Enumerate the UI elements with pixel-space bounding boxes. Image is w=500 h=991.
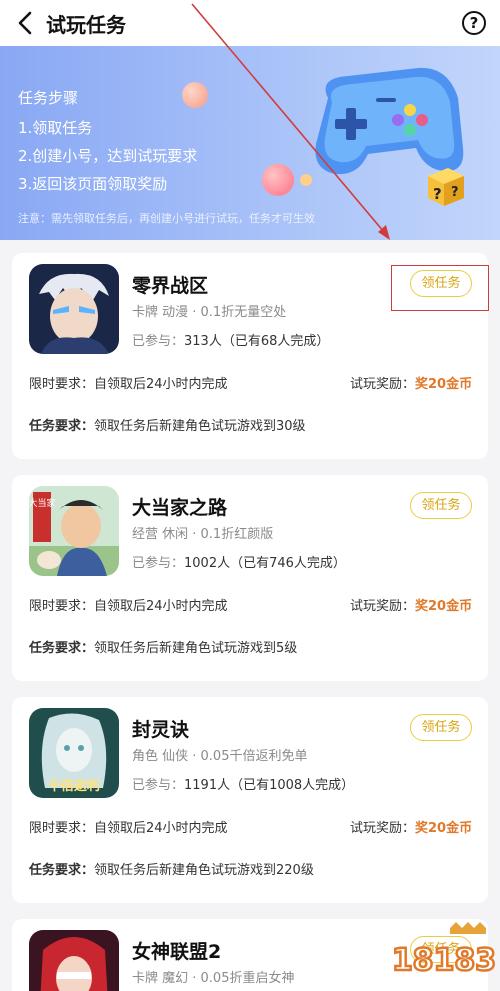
task-value: 领取任务后新建角色试玩游戏到220级 (94, 863, 314, 878)
claim-task-button[interactable]: 领任务 (410, 714, 472, 741)
task-label: 任务要求： (29, 863, 95, 878)
time-value: 自领取后24小时内完成 (94, 377, 228, 392)
page-title: 试玩任务 (46, 13, 126, 37)
task-value: 领取任务后新建角色试玩游戏到5级 (94, 641, 298, 656)
game-name: 女神联盟2 (132, 941, 222, 963)
game-tags: 经营 休闲 · 0.1折红颜版 (132, 527, 274, 542)
task-label: 任务要求： (29, 419, 95, 434)
game-tags: 卡牌 动漫 · 0.1折无量空处 (132, 305, 287, 320)
banner-note: 注意：需先领取任务后，再创建小号进行试玩，任务才可生效 (18, 212, 315, 225)
reward-value: 奖20金币 (415, 599, 473, 614)
time-label: 限时要求： (29, 377, 95, 392)
time-requirement: 限时要求：自领取后24小时内完成 (29, 817, 228, 836)
game-icon[interactable]: 千倍返利 (29, 708, 119, 798)
back-arrow-icon[interactable] (14, 10, 38, 36)
help-icon[interactable]: ? (462, 11, 486, 35)
watermark-logo-icon: 18183 (392, 922, 496, 979)
step-3: 3.返回该页面领取奖励 (18, 175, 168, 193)
trial-reward: 试玩奖励：奖20金币 (350, 817, 472, 836)
task-requirement: 任务要求：领取任务后新建角色试玩游戏到220级 (29, 859, 314, 878)
game-name: 大当家之路 (132, 497, 228, 519)
reward-label: 试玩奖励： (350, 599, 416, 614)
highlight-box (391, 265, 489, 311)
icon-banner-text: 大当家 (29, 497, 56, 509)
trial-reward: 试玩奖励：奖20金币 (350, 595, 472, 614)
steps-list: 任务步骤 1.领取任务 2.创建小号，达到试玩要求 3.返回该页面领取奖励 (18, 84, 197, 198)
joined-count: 1002人（已有746人完成） (184, 556, 346, 571)
svg-text:?: ? (433, 185, 442, 203)
task-requirement: 任务要求：领取任务后新建角色试玩游戏到5级 (29, 637, 297, 656)
joined-label: 已参与： (132, 334, 185, 349)
joined-label: 已参与： (132, 556, 185, 571)
joined-count: 313人（已有68人完成） (184, 334, 330, 349)
step-2: 2.创建小号，达到试玩要求 (18, 147, 198, 165)
game-tags: 卡牌 魔幻 · 0.05折重启女神 (132, 971, 295, 986)
trial-reward: 试玩奖励：奖20金币 (350, 373, 472, 392)
task-value: 领取任务后新建角色试玩游戏到30级 (94, 419, 306, 434)
task-label: 任务要求： (29, 641, 95, 656)
task-steps-banner: 任务步骤 1.领取任务 2.创建小号，达到试玩要求 3.返回该页面领取奖励 ? … (0, 46, 500, 240)
task-card: 千倍返利 封灵诀 角色 仙侠 · 0.05千倍返利免单 已参与：1191人（已有… (12, 697, 488, 903)
joined-count: 1191人（已有1008人完成） (184, 778, 355, 793)
question-box-icon: ? ? (428, 168, 464, 206)
game-joined: 已参与：1191人（已有1008人完成） (132, 774, 354, 793)
task-card: 大当家 大当家之路 经营 休闲 · 0.1折红颜版 已参与：1002人（已有74… (12, 475, 488, 681)
reward-value: 奖20金币 (415, 821, 473, 836)
svg-text:?: ? (451, 185, 459, 200)
game-name: 封灵诀 (132, 719, 190, 741)
time-label: 限时要求： (29, 599, 95, 614)
game-icon[interactable] (29, 930, 119, 991)
game-joined: 已参与：313人（已有68人完成） (132, 330, 329, 349)
time-value: 自领取后24小时内完成 (94, 599, 228, 614)
decor-ball-icon (182, 82, 208, 108)
time-requirement: 限时要求：自领取后24小时内完成 (29, 595, 228, 614)
game-name: 零界战区 (132, 275, 209, 297)
decor-smiley-ball-icon (262, 164, 294, 196)
game-tags: 角色 仙侠 · 0.05千倍返利免单 (132, 749, 308, 764)
game-icon[interactable] (29, 264, 119, 354)
reward-value: 奖20金币 (415, 377, 473, 392)
steps-heading: 任务步骤 (18, 89, 79, 107)
game-joined: 已参与：1002人（已有746人完成） (132, 552, 346, 571)
time-requirement: 限时要求：自领取后24小时内完成 (29, 373, 228, 392)
task-requirement: 任务要求：领取任务后新建角色试玩游戏到30级 (29, 415, 306, 434)
step-1: 1.领取任务 (18, 119, 93, 137)
icon-promo-text: 千倍返利 (48, 778, 100, 794)
claim-task-button[interactable]: 领任务 (410, 492, 472, 519)
time-value: 自领取后24小时内完成 (94, 821, 228, 836)
watermark-text: 18183 (392, 943, 496, 978)
reward-label: 试玩奖励： (350, 821, 416, 836)
time-label: 限时要求： (29, 821, 95, 836)
top-nav-bar: 试玩任务 ? (0, 0, 500, 46)
joined-label: 已参与： (132, 778, 185, 793)
game-icon[interactable]: 大当家 (29, 486, 119, 576)
reward-label: 试玩奖励： (350, 377, 416, 392)
